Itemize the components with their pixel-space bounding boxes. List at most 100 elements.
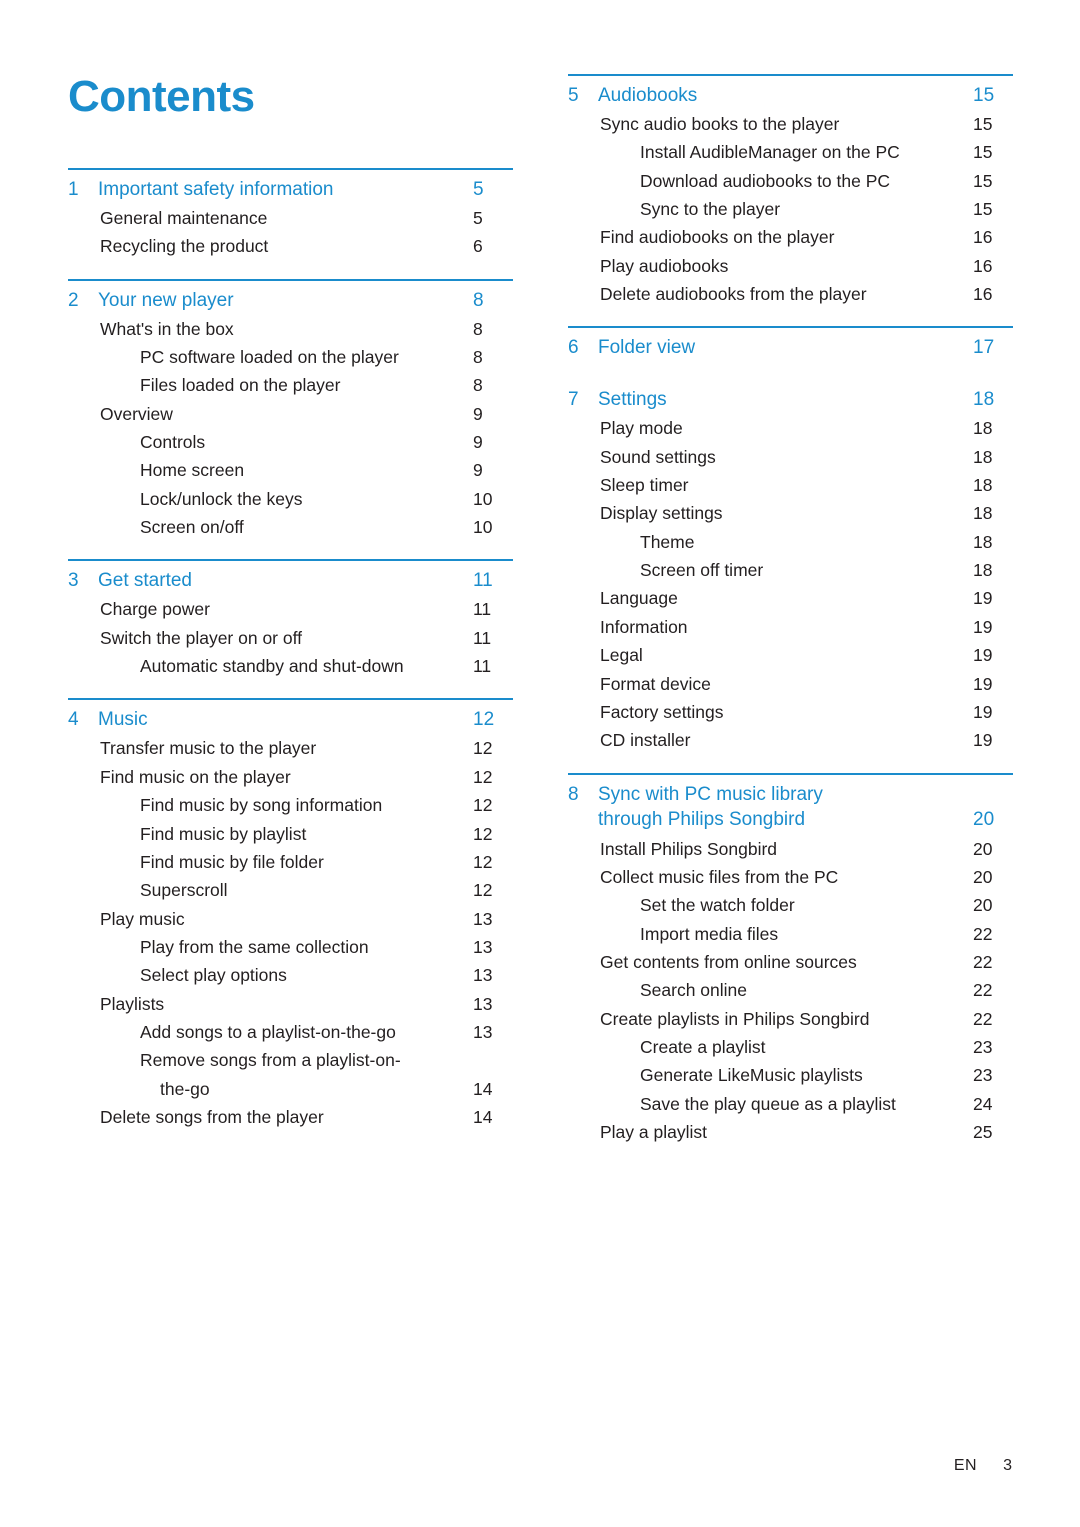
- toc-entry[interactable]: Set the watch folder 20: [568, 891, 1013, 919]
- toc-entry[interactable]: Collect music files from the PC 20: [568, 863, 1013, 891]
- toc-entry[interactable]: Playlists 13: [68, 990, 513, 1018]
- toc-entry-page: 13: [473, 1021, 493, 1042]
- toc-entry[interactable]: Overview 9: [68, 400, 513, 428]
- toc-entry[interactable]: Files loaded on the player 8: [68, 371, 513, 399]
- toc-entry[interactable]: Legal 19: [568, 641, 1013, 669]
- toc-entry[interactable]: Delete audiobooks from the player 16: [568, 280, 1013, 308]
- toc-entry[interactable]: Screen on/off 10: [68, 513, 513, 541]
- toc-entry-page: 18: [973, 531, 993, 552]
- toc-entry[interactable]: Download audiobooks to the PC 15: [568, 167, 1013, 195]
- toc-entry[interactable]: Delete songs from the player 14: [68, 1103, 513, 1131]
- toc-entry[interactable]: PC software loaded on the player 8: [68, 343, 513, 371]
- toc-chapter-3[interactable]: 3 Get started 11: [68, 561, 513, 595]
- toc-entry-label: Recycling the product: [100, 236, 269, 257]
- toc-entry[interactable]: Play music 13: [68, 905, 513, 933]
- toc-entry[interactable]: Sync to the player 15: [568, 195, 1013, 223]
- toc-entry[interactable]: Find audiobooks on the player 16: [568, 223, 1013, 251]
- toc-entry[interactable]: Screen off timer 18: [568, 556, 1013, 584]
- toc-entry[interactable]: What's in the box 8: [68, 315, 513, 343]
- toc-entry-page: 24: [973, 1093, 993, 1114]
- chapter-number: 8: [568, 783, 579, 805]
- toc-entry[interactable]: Find music by song information 12: [68, 791, 513, 819]
- toc-entry-label: Lock/unlock the keys: [140, 488, 303, 509]
- toc-entry-label: Delete songs from the player: [100, 1106, 324, 1127]
- toc-entry-label: Language: [600, 588, 678, 609]
- toc-entry[interactable]: Play a playlist 25: [568, 1118, 1013, 1146]
- toc-entry[interactable]: Home screen 9: [68, 456, 513, 484]
- toc-entry[interactable]: Find music by file folder 12: [68, 848, 513, 876]
- toc-chapter-8[interactable]: 8 Sync with PC music library: [568, 775, 1013, 809]
- toc-entry[interactable]: Install Philips Songbird 20: [568, 835, 1013, 863]
- toc-entry[interactable]: Find music on the player 12: [68, 763, 513, 791]
- toc-entry[interactable]: Controls 9: [68, 428, 513, 456]
- toc-chapter-5[interactable]: 5 Audiobooks 15: [568, 76, 1013, 110]
- toc-entry-page: 18: [973, 503, 993, 524]
- toc-entry[interactable]: Factory settings 19: [568, 698, 1013, 726]
- toc-entry-page: 13: [473, 993, 493, 1014]
- toc-entry[interactable]: Save the play queue as a playlist 24: [568, 1090, 1013, 1118]
- toc-entry-page: 20: [973, 866, 993, 887]
- toc-entry[interactable]: Switch the player on or off 11: [68, 624, 513, 652]
- chapter-number: 3: [68, 570, 79, 592]
- toc-entry[interactable]: Find music by playlist 12: [68, 820, 513, 848]
- toc-chapter-2[interactable]: 2 Your new player 8: [68, 281, 513, 315]
- toc-entry-label: Screen on/off: [140, 517, 244, 538]
- chapter-title: Music: [98, 709, 148, 731]
- toc-entry[interactable]: Language 19: [568, 584, 1013, 612]
- toc-entry[interactable]: Theme 18: [568, 528, 1013, 556]
- toc-entry-label: What's in the box: [100, 318, 234, 339]
- toc-entry[interactable]: Create a playlist 23: [568, 1033, 1013, 1061]
- toc-entry-label: Superscroll: [140, 880, 228, 901]
- toc-entry[interactable]: Get contents from online sources 22: [568, 948, 1013, 976]
- toc-entry-page: 19: [973, 588, 993, 609]
- toc-entry[interactable]: Search online 22: [568, 976, 1013, 1004]
- toc-entry[interactable]: Format device 19: [568, 670, 1013, 698]
- toc-entry[interactable]: Superscroll 12: [68, 876, 513, 904]
- chapter-title: Sync with PC music library: [598, 783, 823, 805]
- toc-entry[interactable]: Lock/unlock the keys 10: [68, 485, 513, 513]
- contents-page: Contents 1 Important safety information 5 G…: [0, 0, 1080, 1527]
- toc-entry-page: 9: [473, 403, 483, 424]
- toc-entry-label: Switch the player on or off: [100, 627, 303, 648]
- toc-column-left: 1 Important safety information 5 General ma…: [68, 168, 513, 1131]
- toc-entry[interactable]: Play mode 18: [568, 414, 1013, 442]
- toc-entry[interactable]: Play audiobooks 16: [568, 252, 1013, 280]
- chapter-page-number: 17: [973, 337, 995, 359]
- toc-entry[interactable]: Transfer music to the player 12: [68, 734, 513, 762]
- toc-entry[interactable]: Import media files 22: [568, 920, 1013, 948]
- toc-entry[interactable]: Generate LikeMusic playlists 23: [568, 1061, 1013, 1089]
- toc-entry[interactable]: Install AudibleManager on the PC 15: [568, 138, 1013, 166]
- toc-entry[interactable]: Charge power 11: [68, 595, 513, 623]
- toc-entry-label: Play a playlist: [600, 1121, 707, 1142]
- toc-entry-page: 8: [473, 318, 483, 339]
- toc-entry[interactable]: Information 19: [568, 613, 1013, 641]
- toc-entry[interactable]: CD installer 19: [568, 726, 1013, 754]
- toc-entry[interactable]: Recycling the product 6: [68, 232, 513, 260]
- toc-entry-page: 13: [473, 908, 493, 929]
- chapter-page-number: 8: [473, 289, 484, 311]
- chapter-title: Settings: [598, 389, 667, 411]
- toc-entry[interactable]: Select play options 13: [68, 961, 513, 989]
- toc-entry[interactable]: General maintenance 5: [68, 204, 513, 232]
- toc-entry-page: 11: [473, 627, 492, 648]
- toc-entry[interactable]: Play from the same collection 13: [68, 933, 513, 961]
- toc-entry[interactable]: Create playlists in Philips Songbird 22: [568, 1005, 1013, 1033]
- toc-entry[interactable]: Automatic standby and shut-down 11: [68, 652, 513, 680]
- toc-entry[interactable]: Display settings 18: [568, 499, 1013, 527]
- toc-entry[interactable]: Add songs to a playlist-on-the-go 13: [68, 1018, 513, 1046]
- toc-entry-label: Transfer music to the player: [100, 738, 317, 759]
- toc-entry[interactable]: Sleep timer 18: [568, 471, 1013, 499]
- toc-entry[interactable]: Sound settings 18: [568, 443, 1013, 471]
- toc-chapter-4[interactable]: 4 Music 12: [68, 700, 513, 734]
- toc-chapter-1[interactable]: 1 Important safety information 5: [68, 170, 513, 204]
- toc-entry[interactable]: Sync audio books to the player 15: [568, 110, 1013, 138]
- toc-entry-label: Charge power: [100, 599, 210, 620]
- toc-entry-label: Download audiobooks to the PC: [640, 170, 891, 191]
- toc-chapter-7[interactable]: 7 Settings 18: [568, 380, 1013, 414]
- chapter-page-number: 12: [473, 709, 495, 731]
- toc-entry[interactable]: the-go 14: [68, 1075, 513, 1103]
- toc-entry-label: Playlists: [100, 993, 165, 1014]
- toc-entry[interactable]: Remove songs from a playlist-on-: [68, 1046, 513, 1074]
- toc-chapter-6[interactable]: 6 Folder view 17: [568, 328, 1013, 362]
